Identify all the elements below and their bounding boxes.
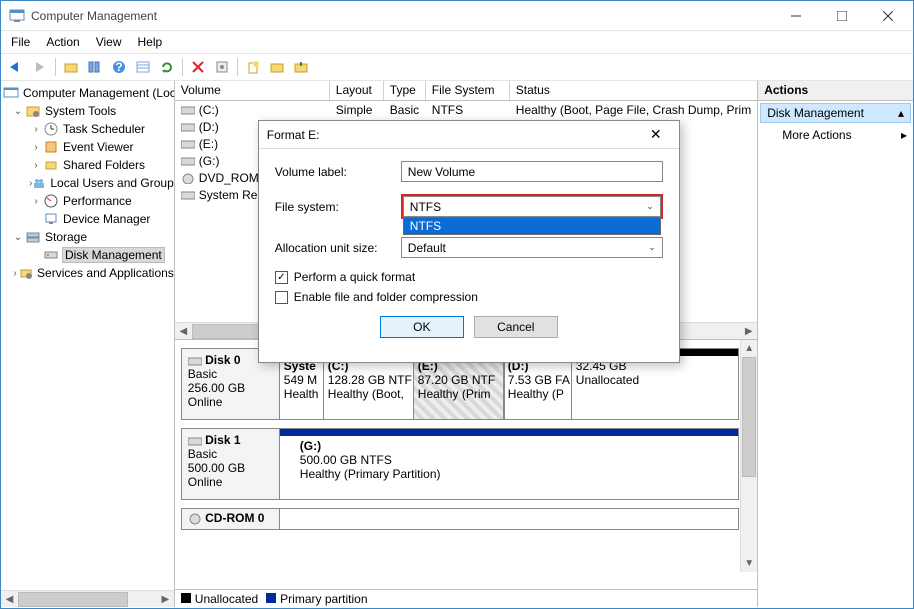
- volume-label-input[interactable]: [401, 161, 663, 182]
- tree-services[interactable]: ›Services and Applications: [3, 264, 174, 282]
- chevron-down-icon: ⌄: [646, 201, 654, 212]
- tree-storage[interactable]: ⌄Storage: [3, 228, 174, 246]
- actions-more[interactable]: More Actions ▸: [758, 125, 913, 145]
- compression-checkbox[interactable]: [275, 291, 288, 304]
- allocation-label: Allocation unit size:: [275, 241, 401, 255]
- chevron-right-icon[interactable]: ›: [29, 142, 43, 153]
- tree-dev[interactable]: Device Manager: [3, 210, 174, 228]
- legend: Unallocated Primary partition: [175, 589, 757, 607]
- maximize-button[interactable]: [819, 1, 865, 31]
- app-icon: [9, 8, 25, 24]
- ok-button[interactable]: OK: [380, 316, 464, 338]
- disk-1[interactable]: Disk 1 Basic500.00 GBOnline (G:)500.00 G…: [181, 428, 739, 500]
- actions-header: Actions: [758, 81, 913, 101]
- partition-g[interactable]: (G:)500.00 GB NTFSHealthy (Primary Parti…: [280, 429, 738, 499]
- actions-pane: Actions Disk Management ▴ More Actions ▸: [758, 81, 913, 607]
- chevron-right-icon[interactable]: ›: [29, 196, 43, 207]
- close-button[interactable]: [865, 1, 911, 31]
- center-pane: Volume Layout Type File System Status (C…: [175, 81, 758, 607]
- tree-hscroll[interactable]: ◀▶: [1, 590, 174, 607]
- menubar: File Action View Help: [1, 31, 913, 53]
- menu-view[interactable]: View: [96, 35, 122, 49]
- filesystem-dropdown: NTFS: [403, 217, 661, 235]
- tree-systools[interactable]: ⌄System Tools: [3, 102, 174, 120]
- compression-label: Enable file and folder compression: [294, 290, 478, 304]
- chevron-down-icon[interactable]: ⌄: [11, 106, 25, 117]
- chevron-right-icon[interactable]: ›: [29, 160, 43, 171]
- settings-button[interactable]: [211, 56, 233, 78]
- collapse-icon: ▴: [898, 106, 904, 120]
- allocation-combo[interactable]: Default⌄: [401, 237, 663, 258]
- volume-row[interactable]: (C:)SimpleBasicNTFSHealthy (Boot, Page F…: [175, 101, 757, 118]
- filesystem-option[interactable]: NTFS: [404, 218, 660, 234]
- col-type[interactable]: Type: [384, 81, 426, 100]
- col-volume[interactable]: Volume: [175, 81, 330, 100]
- svg-text:?: ?: [115, 60, 122, 74]
- disk-info: Disk 1 Basic500.00 GBOnline: [182, 429, 280, 499]
- dialog-close-button[interactable]: ✕: [641, 126, 671, 143]
- col-status[interactable]: Status: [510, 81, 757, 100]
- tree-task[interactable]: ›Task Scheduler: [3, 120, 174, 138]
- folder-button[interactable]: [266, 56, 288, 78]
- disk-vscroll[interactable]: ▲ ▼: [740, 340, 757, 572]
- chevron-down-icon: ⌄: [648, 242, 656, 253]
- filesystem-combo[interactable]: NTFS⌄ NTFS: [403, 196, 661, 217]
- tree-shared[interactable]: ›Shared Folders: [3, 156, 174, 174]
- minimize-button[interactable]: [773, 1, 819, 31]
- volume-label: Volume label:: [275, 165, 401, 179]
- tool-button[interactable]: [290, 56, 312, 78]
- cancel-button[interactable]: Cancel: [474, 316, 558, 338]
- help-button[interactable]: ?: [108, 56, 130, 78]
- menu-help[interactable]: Help: [138, 35, 163, 49]
- col-fs[interactable]: File System: [426, 81, 510, 100]
- window-title: Computer Management: [31, 9, 773, 23]
- disk-cdrom[interactable]: CD-ROM 0: [181, 508, 739, 530]
- disk-area: Disk 0 Basic256.00 GBOnline Syste549 MHe…: [175, 339, 757, 589]
- tree-pane: Computer Management (Local ⌄System Tools…: [1, 81, 175, 607]
- toolbar: ?: [1, 53, 913, 81]
- list-button[interactable]: [132, 56, 154, 78]
- up-button[interactable]: [60, 56, 82, 78]
- col-layout[interactable]: Layout: [330, 81, 384, 100]
- quick-format-label: Perform a quick format: [294, 270, 415, 284]
- forward-button[interactable]: [29, 56, 51, 78]
- volume-header: Volume Layout Type File System Status: [175, 81, 757, 101]
- menu-action[interactable]: Action: [46, 35, 79, 49]
- tree-root[interactable]: Computer Management (Local: [3, 84, 174, 102]
- titlebar: Computer Management: [1, 1, 913, 31]
- quick-format-checkbox[interactable]: ✓: [275, 271, 288, 284]
- new-button[interactable]: [242, 56, 264, 78]
- chevron-right-icon[interactable]: ›: [11, 268, 19, 279]
- chevron-right-icon: ▸: [901, 128, 907, 142]
- actions-disk-management[interactable]: Disk Management ▴: [760, 103, 911, 123]
- chevron-down-icon[interactable]: ⌄: [11, 232, 25, 243]
- refresh-button[interactable]: [156, 56, 178, 78]
- back-button[interactable]: [5, 56, 27, 78]
- filesystem-label: File system:: [275, 200, 401, 214]
- menu-file[interactable]: File: [11, 35, 30, 49]
- tree-perf[interactable]: ›Performance: [3, 192, 174, 210]
- tree-disk[interactable]: Disk Management: [3, 246, 174, 264]
- dialog-title: Format E:: [267, 128, 641, 142]
- format-dialog: Format E: ✕ Volume label: File system: N…: [258, 120, 680, 363]
- delete-button[interactable]: [187, 56, 209, 78]
- chevron-right-icon[interactable]: ›: [29, 124, 43, 135]
- tree-users[interactable]: ›Local Users and Groups: [3, 174, 174, 192]
- tree-event[interactable]: ›Event Viewer: [3, 138, 174, 156]
- properties-button[interactable]: [84, 56, 106, 78]
